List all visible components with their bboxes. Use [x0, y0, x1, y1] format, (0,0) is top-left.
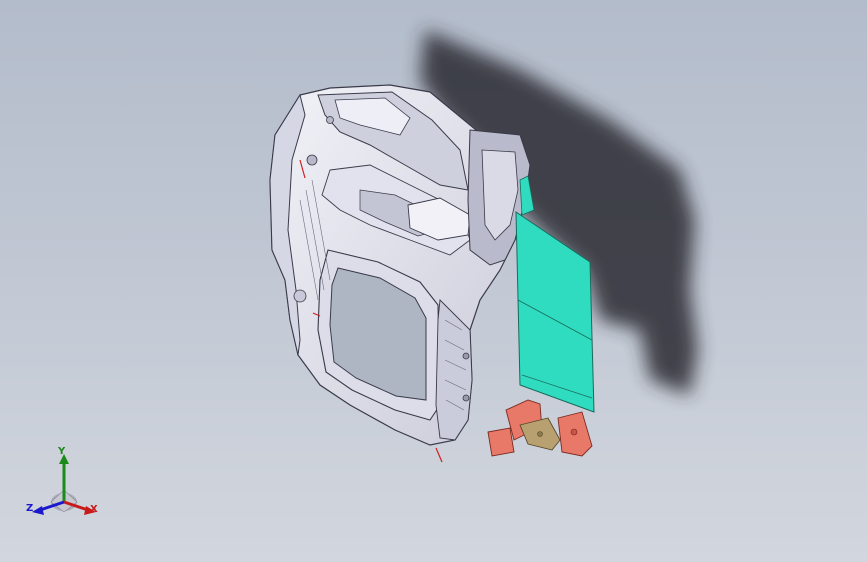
cad-viewport[interactable]: Y Z X	[0, 0, 867, 562]
housing-body[interactable]	[269, 84, 531, 463]
z-axis-label: Z	[26, 503, 34, 514]
coordinate-triad: Y Z X	[26, 446, 106, 526]
bracket-parts[interactable]	[487, 399, 593, 457]
y-axis-label: Y	[58, 446, 66, 457]
z-axis-arrow-icon	[32, 506, 44, 515]
x-axis-label: X	[90, 504, 98, 515]
model-view[interactable]	[0, 0, 867, 562]
